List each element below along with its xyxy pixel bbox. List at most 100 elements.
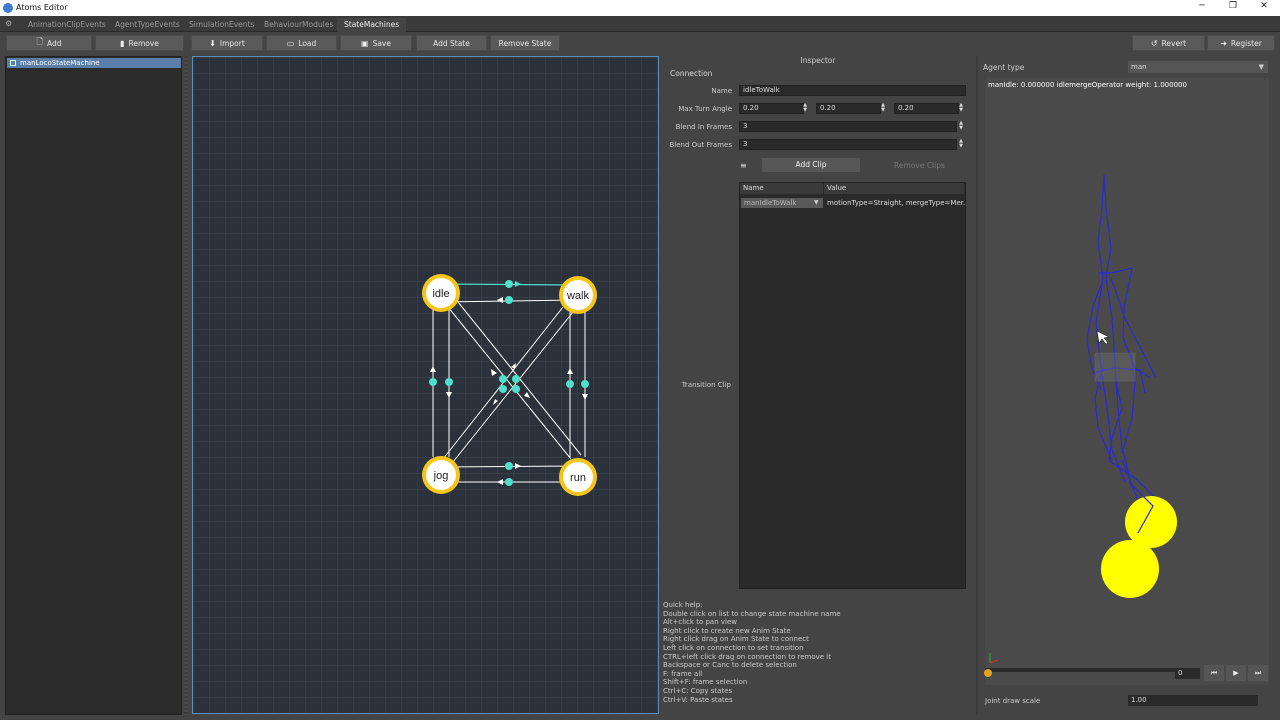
edge-handle[interactable] [429,378,437,386]
title-bar: Atoms Editor ─ ❐ ✕ [0,0,1280,16]
import-button[interactable]: ⬇ Import [191,35,263,51]
revert-button[interactable]: ↺ Revert [1132,35,1205,51]
edge-handle[interactable] [505,280,513,288]
add-button[interactable]: 🗋 Add [6,35,92,51]
folder-icon: ▭ [286,38,295,48]
remove-state-button[interactable]: Remove State [490,35,560,51]
edge-handle[interactable] [505,296,513,304]
name-field[interactable]: idleToWalk [739,85,966,96]
splitter-handle[interactable] [184,56,188,715]
selection-box [1094,352,1136,382]
arrow-icon [493,399,498,405]
chevron-down-icon: ▼ [1258,63,1264,71]
help-line: Alt+click to pan view [663,618,737,627]
edge-handle[interactable] [505,478,513,486]
load-button[interactable]: ▭ Load [266,35,337,51]
table-cell-clip-name[interactable]: manIdleToWalk [741,198,823,208]
spinner-arrows-icon[interactable]: ▲ ▼ [879,103,887,114]
gear-icon[interactable]: ⚙ [5,19,12,28]
max-turn-angle-z-field[interactable]: 0.20 [894,103,959,114]
max-turn-angle-x-field[interactable]: 0.20 [739,103,804,114]
spinner-arrows-icon[interactable]: ▲ ▼ [801,103,809,114]
revert-label: Revert [1161,38,1187,48]
load-button-label: Load [298,38,317,48]
joint-draw-scale-field[interactable]: 1.00 [1128,695,1258,706]
help-line: Right click to create new Anim State [663,626,791,635]
floppy-icon: ▣ [361,38,369,48]
edge-handle[interactable] [499,375,507,383]
timeline-slider[interactable] [985,668,1195,672]
tab-agent-type-events[interactable]: AgentTypeEvents [108,18,187,32]
add-clip-button[interactable]: Add Clip [762,158,860,172]
blend-out-frames-label: Blend Out Frames [669,141,732,149]
remove-button[interactable]: ▮ Remove [95,35,184,51]
inspector-panel: Inspector Connection Name idleToWalk Max… [662,56,974,596]
tab-state-machines[interactable]: StateMachines [337,18,407,32]
tab-behaviour-modules[interactable]: BehaviourModules [257,18,340,32]
edge-handle[interactable] [512,375,520,383]
connection-section-label: Connection [670,69,713,78]
help-line: Quick help: [663,601,703,609]
list-options-icon[interactable]: ≡ [740,161,747,170]
remove-clips-button[interactable]: Remove Clips [894,161,945,170]
help-line: Backspace or Canc to delete selection [663,661,797,670]
add-button-label: Add [46,38,62,48]
3d-viewport[interactable]: manIdle: 0.000000 idlemergeOperator weig… [985,78,1269,685]
agent-type-value: man [1131,63,1147,71]
edge-handle[interactable] [566,380,574,388]
skeleton-preview[interactable] [985,78,1269,685]
axis-gizmo-icon [989,659,999,664]
close-button[interactable]: ✕ [1249,1,1279,15]
help-line: Double click on list to change state mac… [663,609,841,618]
help-line: Shift+F: frame selection [663,678,748,687]
skip-end-icon[interactable]: ⏭ [1248,665,1268,681]
maximize-button[interactable]: ❐ [1218,1,1248,15]
edge-handle[interactable] [499,385,507,393]
save-button[interactable]: ▣ Save [340,35,412,51]
tab-animation-clip-events[interactable]: AnimationClipEvents [21,18,113,32]
max-turn-angle-y-field[interactable]: 0.20 [816,103,881,114]
edge-handle[interactable] [505,462,513,470]
state-machine-list: manLocoStateMachine [5,56,182,715]
add-state-button[interactable]: Add State [416,35,487,51]
window-title: Atoms Editor [16,3,68,12]
column-header-name[interactable]: Name [740,183,824,194]
tab-simulation-events[interactable]: SimulationEvents [182,18,261,32]
state-node-jog[interactable]: jog [422,456,460,494]
skip-start-icon[interactable]: ⏮ [1204,665,1224,681]
spinner-arrows-icon[interactable]: ▲ ▼ [957,103,965,114]
table-cell-clip-value[interactable]: motionType=Straight, mergeType=Mer... [824,198,966,208]
edge-handle[interactable] [581,380,589,388]
register-button[interactable]: ➜ Register [1207,35,1275,51]
list-item[interactable]: manLocoStateMachine [7,58,181,68]
register-icon: ➜ [1220,38,1227,48]
spinner-arrows-icon[interactable]: ▲ ▼ [957,121,965,132]
state-graph[interactable]: idle walk jog run [193,57,660,715]
frame-field[interactable]: 0 [1175,668,1200,679]
state-node-run[interactable]: run [559,458,597,496]
column-header-value[interactable]: Value [824,183,965,194]
blend-in-frames-field[interactable]: 3 [739,121,957,132]
edge-idle-run[interactable] [447,306,572,460]
edge-handle[interactable] [445,378,453,386]
arrow-icon [497,297,503,303]
dropdown-arrow-icon[interactable]: ▼ [814,198,819,208]
timeline-handle[interactable] [984,669,992,677]
agent-type-select[interactable]: man ▼ [1128,61,1268,73]
graph-edges[interactable] [432,283,586,483]
panel-splitter[interactable] [976,56,978,715]
arrow-icon [515,281,521,287]
help-line: Ctrl+V: Paste states [663,695,733,704]
edge-handle[interactable] [512,385,520,393]
state-node-walk[interactable]: walk [559,276,597,314]
blend-out-frames-field[interactable]: 3 [739,139,957,150]
tab-bar: ⚙ AnimationClipEvents AgentTypeEvents Si… [0,16,1280,32]
state-graph-canvas[interactable]: idle walk jog run [192,56,659,714]
minimize-button[interactable]: ─ [1187,1,1217,15]
play-icon[interactable]: ▶ [1226,665,1246,681]
state-node-idle[interactable]: idle [422,274,460,312]
checkbox-icon[interactable] [10,60,16,66]
spinner-arrows-icon[interactable]: ▲ ▼ [957,139,965,150]
arrow-icon [491,369,497,376]
arrow-icon [446,392,452,398]
